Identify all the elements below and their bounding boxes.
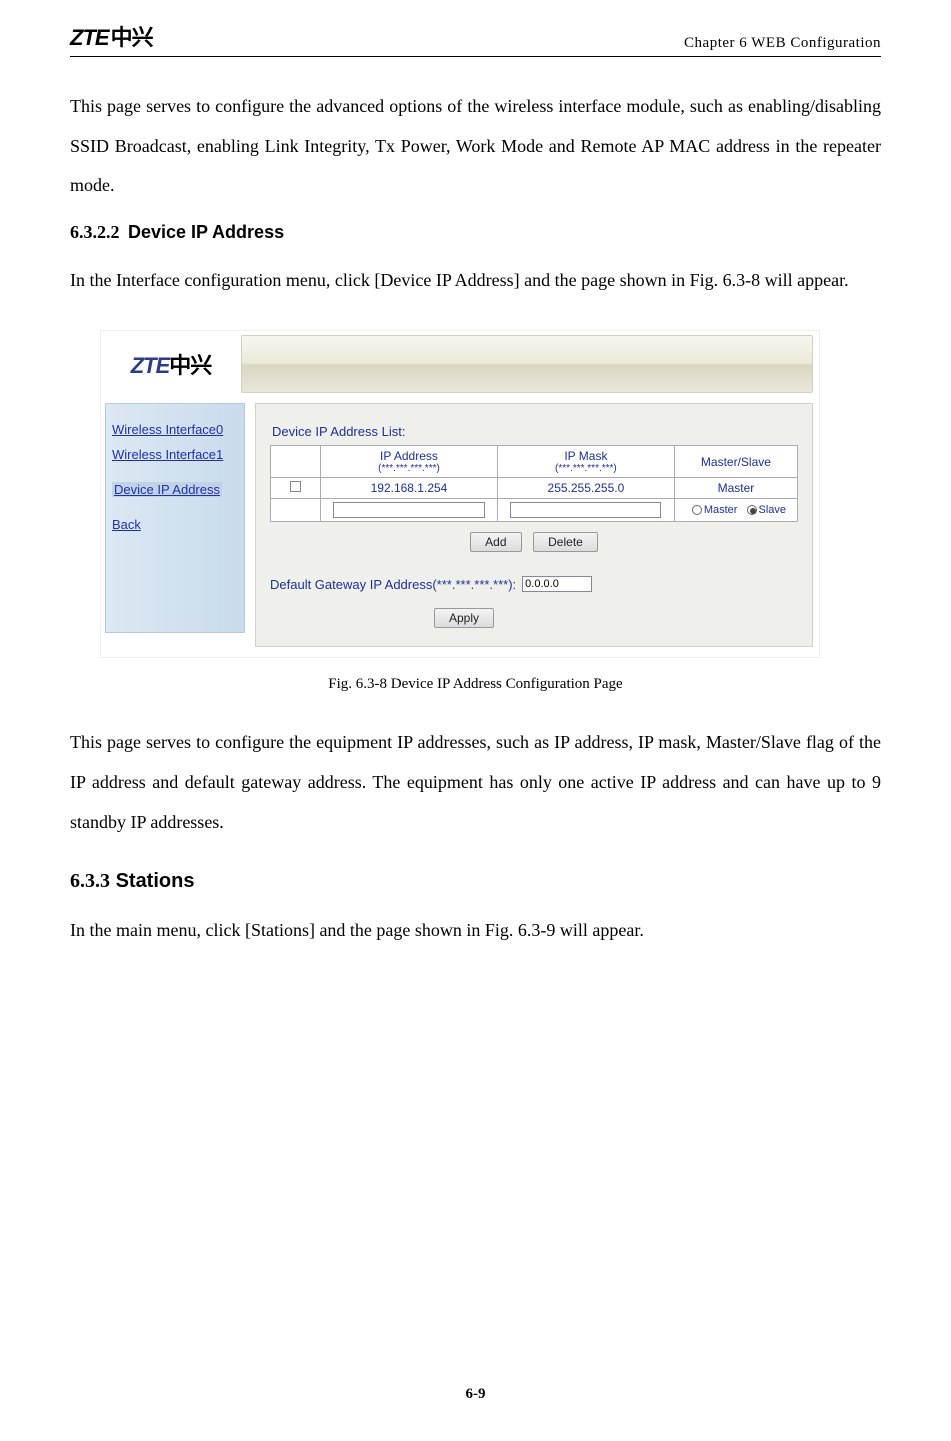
sidebar-item-wireless0[interactable]: Wireless Interface0 [112, 422, 238, 437]
figure-caption: Fig. 6.3-8 Device IP Address Configurati… [70, 676, 881, 693]
add-button[interactable]: Add [470, 532, 521, 552]
radio-master-label: Master [704, 504, 738, 516]
radio-master[interactable] [692, 505, 702, 515]
col-mask-label: IP Mask [564, 449, 607, 463]
page-number: 6-9 [0, 1386, 951, 1403]
col-ip: IP Address (***.***.***.***) [321, 446, 498, 478]
delete-button[interactable]: Delete [533, 532, 598, 552]
col-ip-sub: (***.***.***.***) [325, 463, 493, 474]
sidebar-item-back[interactable]: Back [112, 517, 238, 532]
figure-main-panel: Device IP Address List: IP Address (***.… [255, 403, 813, 647]
paragraph-stations: In the main menu, click [Stations] and t… [70, 911, 881, 951]
ip-address-table: IP Address (***.***.***.***) IP Mask (**… [270, 445, 798, 522]
row-ip: 192.168.1.254 [321, 478, 498, 499]
col-ip-label: IP Address [380, 449, 438, 463]
chapter-label: Chapter 6 WEB Configuration [684, 35, 881, 52]
paragraph-device-ip: In the Interface configuration menu, cli… [70, 261, 881, 301]
heading-633-number: 6.3.3 [70, 870, 110, 892]
logo-text-en: ZTE [70, 25, 109, 50]
paragraph-intro: This page serves to configure the advanc… [70, 87, 881, 206]
heading-title: Device IP Address [128, 222, 284, 242]
mask-input[interactable] [510, 502, 661, 518]
zte-logo: ZTE中兴 [70, 20, 153, 52]
row-mask: 255.255.255.0 [497, 478, 674, 499]
radio-slave[interactable] [747, 505, 757, 515]
sidebar-item-device-ip[interactable]: Device IP Address [112, 482, 222, 497]
col-checkbox [271, 446, 321, 478]
heading-6-3-3: 6.3.3 Stations [70, 870, 881, 893]
row-checkbox[interactable] [290, 481, 301, 492]
figure-logo-en: ZTE [131, 353, 170, 378]
col-mask: IP Mask (***.***.***.***) [497, 446, 674, 478]
gateway-label: Default Gateway IP Address(***.***.***.*… [270, 577, 516, 592]
ip-input[interactable] [333, 502, 484, 518]
table-input-row: Master Slave [271, 499, 798, 522]
heading-number: 6.3.2.2 [70, 222, 120, 242]
heading-6-3-2-2: 6.3.2.2 Device IP Address [70, 222, 881, 243]
figure-zte-logo: ZTE中兴 [131, 348, 212, 380]
figure-logo-cn: 中兴 [169, 353, 211, 378]
heading-633-title: Stations [116, 870, 195, 892]
logo-text-cn: 中兴 [111, 25, 153, 50]
figure-sidebar: Wireless Interface0 Wireless Interface1 … [105, 403, 245, 633]
ip-list-label: Device IP Address List: [272, 424, 798, 439]
col-master-slave: Master/Slave [674, 446, 797, 478]
gateway-input[interactable] [522, 576, 592, 592]
col-mask-sub: (***.***.***.***) [502, 463, 670, 474]
figure-device-ip-config: ZTE中兴 Wireless Interface0 Wireless Inter… [100, 330, 820, 658]
row-ms: Master [674, 478, 797, 499]
radio-slave-label: Slave [759, 504, 787, 516]
apply-button[interactable]: Apply [434, 608, 494, 628]
page-header: ZTE中兴 Chapter 6 WEB Configuration [70, 20, 881, 57]
figure-banner [241, 335, 813, 393]
paragraph-ip-desc: This page serves to configure the equipm… [70, 723, 881, 842]
sidebar-item-wireless1[interactable]: Wireless Interface1 [112, 447, 238, 462]
table-row: 192.168.1.254 255.255.255.0 Master [271, 478, 798, 499]
figure-logo-cell: ZTE中兴 [101, 331, 241, 397]
